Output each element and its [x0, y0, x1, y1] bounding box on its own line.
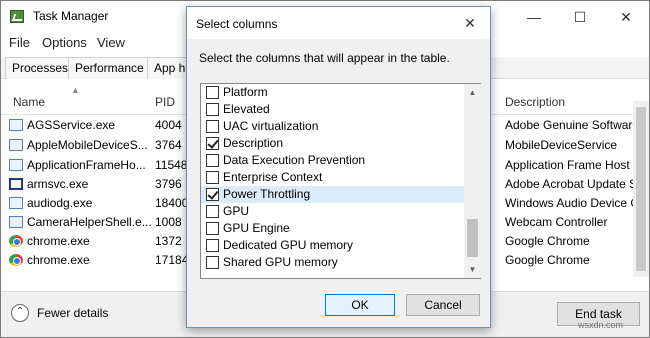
column-option-label: Dedicated GPU memory — [223, 238, 354, 252]
dialog-body: Select the columns that will appear in t… — [187, 39, 490, 327]
process-name: audiodg.exe — [27, 196, 93, 210]
column-option-label: UAC virtualization — [223, 119, 319, 133]
dialog-title-bar: Select columns ✕ — [187, 7, 490, 39]
process-pid: 18400 — [155, 196, 189, 210]
process-name: chrome.exe — [27, 253, 90, 267]
chevron-up-icon[interactable]: ⌃ — [11, 304, 29, 322]
checkbox-checked[interactable] — [206, 188, 219, 201]
process-name: ApplicationFrameHo... — [27, 158, 146, 172]
minimize-button[interactable]: — — [511, 1, 557, 33]
column-header-pid[interactable]: PID — [155, 95, 175, 109]
process-pid: 11548 — [155, 158, 188, 172]
app-icon — [9, 159, 23, 171]
options-scrollbar[interactable]: ▲ ▼ — [464, 84, 481, 278]
scrollbar-thumb[interactable] — [467, 219, 478, 257]
column-option-label: Data Execution Prevention — [223, 153, 366, 167]
process-description: MobileDeviceService — [505, 138, 618, 152]
column-option-gpu[interactable]: GPU — [201, 203, 464, 220]
tab-processes[interactable]: Processes — [5, 57, 76, 79]
column-option-label: Elevated — [223, 102, 270, 116]
watermark: wsxdn.com — [578, 320, 624, 330]
process-pid: 1008 — [155, 215, 182, 229]
app-icon — [9, 216, 23, 228]
column-option-label: Shared GPU memory — [223, 255, 338, 269]
process-name: chrome.exe — [27, 234, 90, 248]
fewer-details-link[interactable]: Fewer details — [37, 306, 108, 320]
column-option-data-execution-prevention[interactable]: Data Execution Prevention — [201, 152, 464, 169]
checkbox-checked[interactable] — [206, 137, 219, 150]
dialog-title: Select columns — [196, 17, 278, 31]
column-option-elevated[interactable]: Elevated — [201, 101, 464, 118]
checkbox[interactable] — [206, 239, 219, 252]
column-option-label: Enterprise Context — [223, 170, 323, 184]
process-list-scrollbar[interactable] — [633, 101, 649, 277]
column-option-platform[interactable]: Platform — [201, 84, 464, 101]
process-name: AGSService.exe — [27, 118, 116, 132]
menu-view[interactable]: View — [97, 35, 125, 50]
select-columns-dialog: Select columns ✕ Select the columns that… — [186, 6, 491, 328]
process-description: Application Frame Host — [505, 158, 630, 172]
process-description: Windows Audio Device G — [505, 196, 633, 210]
window-title: Task Manager — [33, 9, 109, 23]
process-name: CameraHelperShell.e... — [27, 215, 152, 229]
service-icon — [9, 119, 23, 131]
column-header-description[interactable]: Description — [505, 95, 565, 109]
menu-options[interactable]: Options — [42, 35, 87, 50]
process-name: armsvc.exe — [27, 177, 89, 191]
window-icon — [9, 178, 23, 190]
task-manager-icon — [10, 10, 24, 23]
checkbox[interactable] — [206, 205, 219, 218]
menu-file[interactable]: File — [9, 35, 30, 50]
app-icon — [9, 139, 23, 151]
checkbox[interactable] — [206, 103, 219, 116]
checkbox[interactable] — [206, 256, 219, 269]
close-button[interactable]: ✕ — [603, 1, 649, 33]
dialog-close-icon[interactable]: ✕ — [457, 11, 483, 35]
checkbox[interactable] — [206, 154, 219, 167]
tab-performance[interactable]: Performance — [68, 57, 151, 79]
process-name: AppleMobileDeviceS... — [27, 138, 148, 152]
process-pid: 3796 — [155, 177, 182, 191]
column-option-label: GPU Engine — [223, 221, 290, 235]
checkbox[interactable] — [206, 120, 219, 133]
process-description: Google Chrome — [505, 234, 590, 248]
column-options-list: Platform Elevated UAC virtualization Des… — [200, 83, 481, 279]
column-option-label: GPU — [223, 204, 250, 218]
column-header-name[interactable]: Name — [13, 95, 45, 109]
checkbox[interactable] — [206, 86, 219, 99]
process-pid: 17184 — [155, 253, 189, 267]
column-option-enterprise-context[interactable]: Enterprise Context — [201, 169, 464, 186]
scroll-up-arrow-icon[interactable]: ▲ — [464, 84, 481, 101]
column-option-dedicated-gpu-memory[interactable]: Dedicated GPU memory — [201, 237, 464, 254]
dialog-instruction: Select the columns that will appear in t… — [199, 51, 450, 65]
column-option-label: Power Throttling — [223, 187, 311, 201]
process-description: Google Chrome — [505, 253, 590, 267]
process-pid: 3764 — [155, 138, 182, 152]
process-description: Webcam Controller — [505, 215, 608, 229]
scrollbar-thumb[interactable] — [636, 107, 646, 271]
column-option-gpu-engine[interactable]: GPU Engine — [201, 220, 464, 237]
scroll-down-arrow-icon[interactable]: ▼ — [464, 261, 481, 278]
app-icon — [9, 197, 23, 209]
chrome-icon — [9, 235, 23, 247]
process-pid: 1372 — [155, 234, 182, 248]
cancel-button[interactable]: Cancel — [406, 294, 480, 316]
column-option-label: Description — [223, 136, 284, 150]
process-description: Adobe Acrobat Update S — [505, 177, 633, 191]
ok-button[interactable]: OK — [325, 294, 395, 316]
column-option-label: Platform — [223, 85, 268, 99]
maximize-button[interactable]: ☐ — [557, 1, 603, 33]
checkbox[interactable] — [206, 222, 219, 235]
checkbox[interactable] — [206, 171, 219, 184]
column-option-uac-virtualization[interactable]: UAC virtualization — [201, 118, 464, 135]
column-option-power-throttling[interactable]: Power Throttling — [201, 186, 464, 203]
column-option-shared-gpu-memory[interactable]: Shared GPU memory — [201, 254, 464, 271]
column-option-description[interactable]: Description — [201, 135, 464, 152]
chrome-icon — [9, 254, 23, 266]
process-pid: 4004 — [155, 118, 182, 132]
process-description: Adobe Genuine Software — [505, 118, 633, 132]
